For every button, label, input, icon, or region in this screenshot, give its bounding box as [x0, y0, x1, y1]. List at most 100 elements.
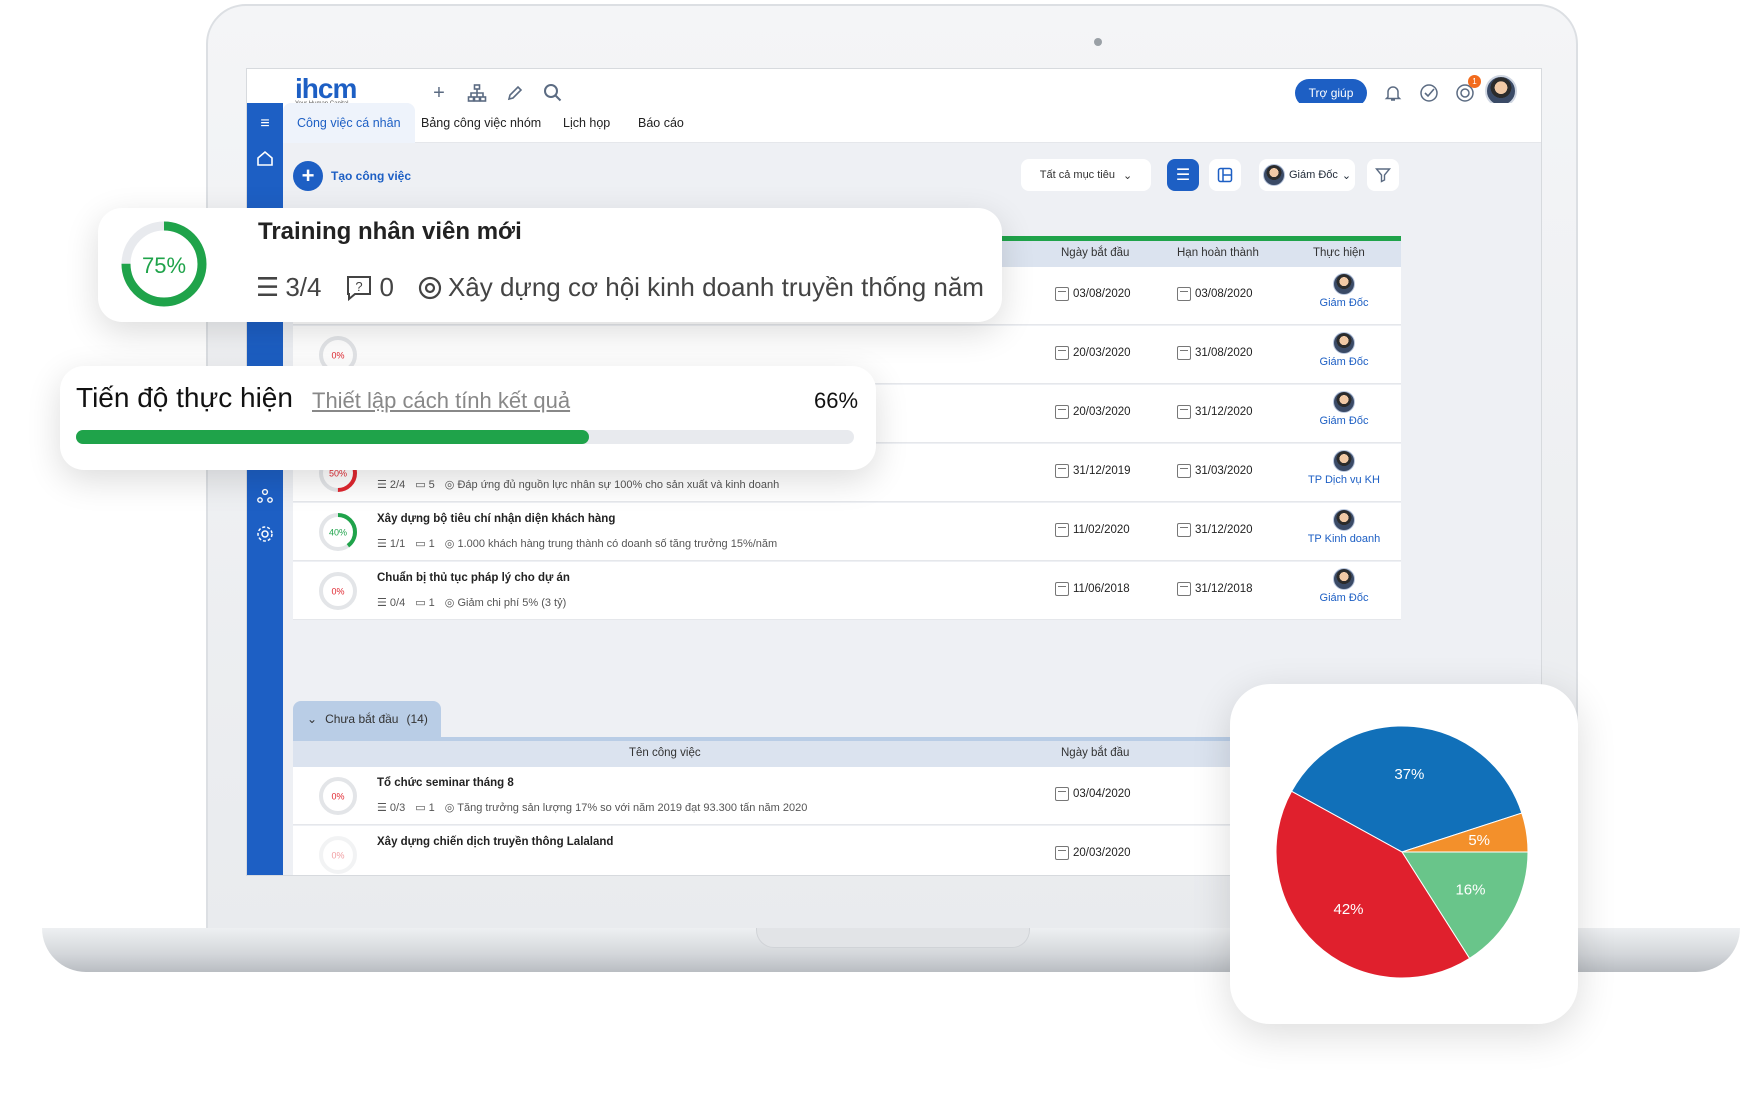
pencil-icon[interactable]	[503, 81, 527, 105]
plus-icon[interactable]: +	[427, 81, 451, 105]
tab-personal-tasks[interactable]: Công việc cá nhân	[283, 103, 415, 143]
task-title[interactable]: Chuẩn bị thủ tục pháp lý cho dự án	[377, 572, 570, 584]
search-icon[interactable]	[541, 81, 565, 105]
goal-icon: ◎ Đáp ứng đủ nguồn lực nhân sự 100% cho …	[444, 479, 780, 491]
header-assignee: Thực hiện	[1313, 247, 1365, 259]
task-meta: ☰ 2/4 ▭ 5 ◎ Đáp ứng đủ nguồn lực nhân sự 1…	[377, 478, 779, 491]
create-task-button[interactable]: + Tạo công việc	[293, 161, 411, 191]
task-title: Training nhân viên mới	[258, 218, 522, 245]
start-date-value: 20/03/2020	[1073, 347, 1131, 359]
tab-meetings[interactable]: Lịch họp	[549, 103, 624, 143]
progress-ring: 0%	[319, 836, 357, 874]
start-date[interactable]: 11/02/2020	[1055, 523, 1130, 537]
team-icon[interactable]	[254, 485, 276, 507]
svg-text:?: ?	[356, 279, 363, 294]
start-date-value: 20/03/2020	[1073, 406, 1131, 418]
header-start-date[interactable]: Ngày bắt đầu	[1061, 247, 1129, 259]
progress-percent: 66%	[814, 388, 859, 413]
menu-icon[interactable]: ≡	[254, 113, 276, 135]
assignee[interactable]: Giám Đốc	[1289, 391, 1399, 427]
chevron-down-icon: ⌄	[1122, 169, 1133, 182]
assignee[interactable]: Giám Đốc	[1289, 332, 1399, 368]
target-icon[interactable]: 1	[1453, 75, 1481, 105]
start-date-value: 03/04/2020	[1073, 788, 1131, 800]
assignee[interactable]: Giám Đốc	[1289, 568, 1399, 604]
table-row[interactable]: 0% Chuẩn bị thủ tục pháp lý cho dự án ☰ 0/…	[293, 562, 1401, 620]
comment-count: 1	[428, 538, 435, 550]
progress-card: Tiến độ thực hiện Thiết lập cách tính kế…	[60, 366, 876, 470]
start-date[interactable]: 20/03/2020	[1055, 846, 1131, 860]
start-date[interactable]: 20/03/2020	[1055, 346, 1131, 360]
calendar-icon	[1055, 464, 1069, 478]
due-date[interactable]: 31/12/2020	[1177, 405, 1253, 419]
logo[interactable]: ihcm Your Human Capital	[295, 73, 357, 107]
due-date[interactable]: 31/03/2020	[1177, 464, 1253, 478]
due-date-value: 31/12/2018	[1195, 583, 1253, 595]
due-date-value: 31/12/2020	[1195, 406, 1253, 418]
header-start-date[interactable]: Ngày bắt đầu	[1061, 747, 1129, 759]
goal-name: 1.000 khách hàng trung thành có doanh số…	[457, 538, 778, 550]
assignee-name: Giám Đốc	[1319, 356, 1369, 368]
start-date[interactable]: 03/04/2020	[1055, 787, 1131, 801]
bell-icon[interactable]	[1381, 81, 1405, 105]
calendar-icon	[1177, 523, 1191, 537]
user-filter-select[interactable]: Giám Đốc ⌄	[1259, 159, 1355, 191]
progress-ring-label: 0%	[331, 351, 344, 361]
create-task-label: Tạo công việc	[331, 169, 412, 183]
task-title[interactable]: Xây dựng chiến dịch truyền thông Lalalan…	[377, 836, 613, 848]
pie-slice-label: 16%	[1455, 882, 1485, 899]
add-circle-icon: +	[293, 161, 323, 191]
task-meta: ☰ 1/1 ▭ 1 ◎ 1.000 khách hàng trung thành c…	[377, 537, 777, 550]
home-icon[interactable]	[254, 147, 276, 169]
avatar	[1333, 450, 1355, 472]
due-date[interactable]: 31/08/2020	[1177, 346, 1253, 360]
logo-text: ihcm	[295, 73, 357, 104]
tab-team-board[interactable]: Bảng công việc nhóm	[407, 103, 555, 143]
org-chart-icon[interactable]	[465, 81, 489, 105]
progress-label: Tiến độ thực hiện	[76, 382, 293, 413]
tab-reports[interactable]: Báo cáo	[624, 103, 698, 143]
due-date-value: 31/12/2020	[1195, 524, 1253, 536]
assignee[interactable]: Giám Đốc	[1289, 273, 1399, 309]
avatar	[1263, 164, 1285, 186]
table-row[interactable]: 40% Xây dựng bộ tiêu chí nhận diện khách …	[293, 503, 1401, 561]
filter-button[interactable]	[1367, 159, 1399, 191]
due-date[interactable]: 31/12/2020	[1177, 523, 1253, 537]
user-filter-value: Giám Đốc	[1289, 169, 1338, 181]
subtask-count: 0/4	[389, 597, 406, 609]
pie-slice-label: 5%	[1468, 832, 1490, 849]
due-date-value: 31/08/2020	[1195, 347, 1253, 359]
settings-gear-icon[interactable]	[254, 523, 276, 545]
start-date[interactable]: 20/03/2020	[1055, 405, 1131, 419]
list-view-button[interactable]: ☰	[1167, 159, 1199, 191]
laptop-notch	[756, 928, 1030, 948]
result-settings-link[interactable]: Thiết lập cách tính kết quả	[312, 388, 570, 414]
header-due-date[interactable]: Hạn hoàn thành	[1177, 247, 1259, 259]
goal-filter-select[interactable]: Tất cả mục tiêu ⌄	[1021, 159, 1151, 191]
assignee[interactable]: TP Kinh doanh	[1289, 509, 1399, 545]
progress-ring-label: 0%	[331, 851, 344, 861]
assignee-name: Giám Đốc	[1319, 415, 1369, 427]
task-meta: ☰ 0/4 ▭ 1 ◎ Giảm chi phí 5% (3 tỷ)	[377, 596, 566, 609]
board-view-icon	[1217, 167, 1233, 183]
notification-badge: 1	[1468, 75, 1481, 88]
due-date[interactable]: 31/12/2018	[1177, 582, 1253, 596]
start-date[interactable]: 31/12/2019	[1055, 464, 1131, 478]
board-view-button[interactable]	[1209, 159, 1241, 191]
subtask-count: 1/1	[389, 538, 406, 550]
start-date[interactable]: 11/06/2018	[1055, 582, 1130, 596]
pie-slice-label: 42%	[1334, 901, 1364, 918]
goal-name: Xây dựng cơ hội kinh doanh truyền thống …	[447, 272, 984, 302]
progress-bar-fill	[76, 430, 590, 444]
task-title[interactable]: Tổ chức seminar tháng 8	[377, 777, 514, 789]
check-circle-icon[interactable]	[1417, 81, 1441, 105]
assignee[interactable]: TP Dịch vụ KH	[1289, 450, 1399, 486]
progress-ring-label: 0%	[331, 792, 344, 802]
subtask-count: 0/3	[389, 802, 406, 814]
featured-task-card[interactable]: 75% Training nhân viên mới ☰ 3/4 ? 0 Xây …	[98, 208, 1002, 322]
due-date[interactable]: 03/08/2020	[1177, 287, 1253, 301]
start-date[interactable]: 03/08/2020	[1055, 287, 1131, 301]
calendar-icon	[1055, 287, 1069, 301]
task-title[interactable]: Xây dựng bộ tiêu chí nhận diện khách hàn…	[377, 513, 615, 525]
not-started-section-toggle[interactable]: ⌄ Chưa bắt đầu (14)	[293, 701, 441, 737]
